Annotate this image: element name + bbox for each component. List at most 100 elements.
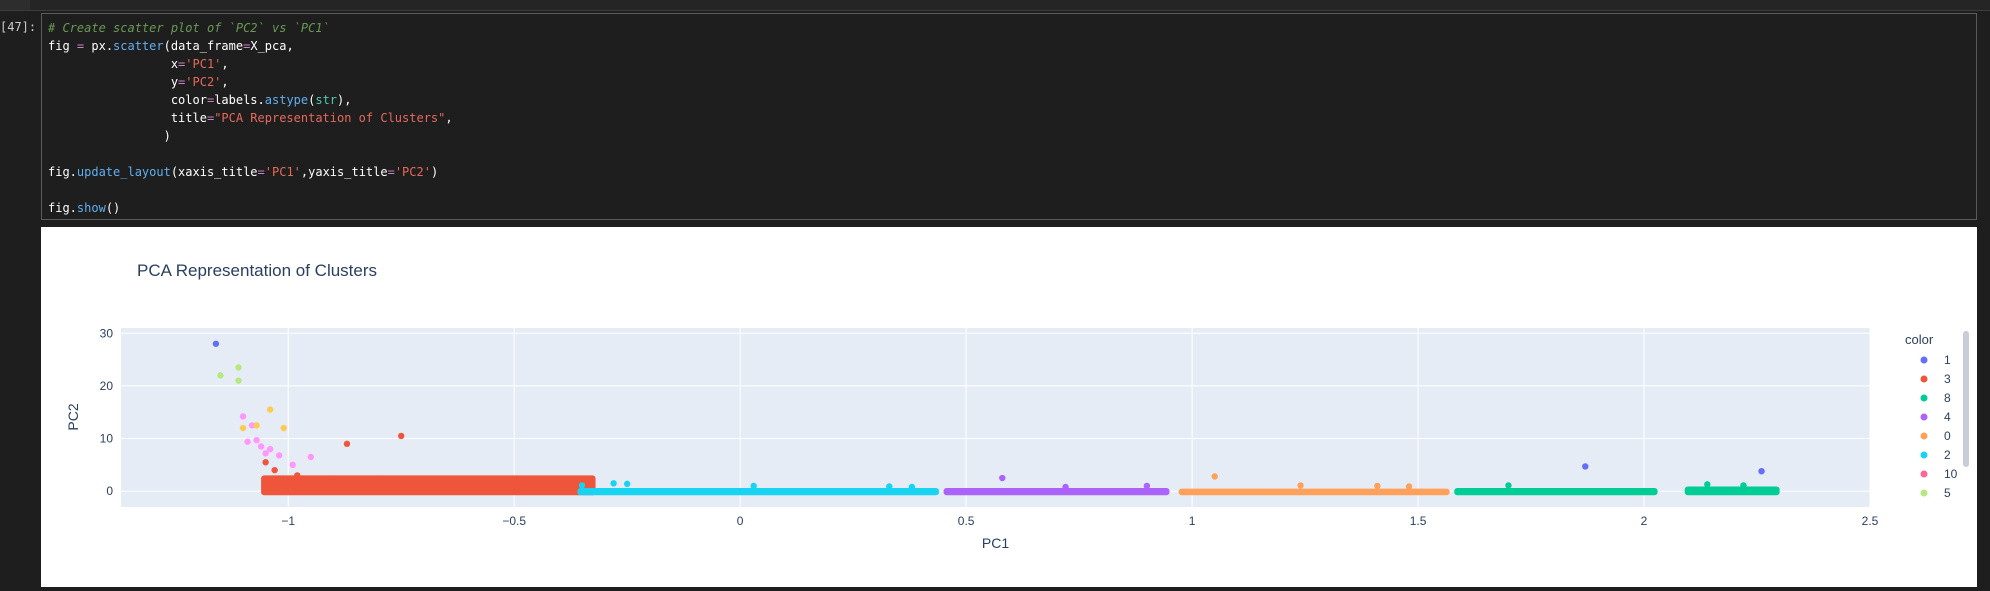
data-point-2: [886, 483, 893, 490]
y-tick-label: 30: [100, 326, 114, 340]
code-token: labels.: [214, 93, 265, 107]
legend-marker-2[interactable]: [1920, 451, 1928, 459]
legend-marker-5[interactable]: [1920, 489, 1928, 497]
data-point-0: [1211, 473, 1218, 480]
data-point-3: [420, 480, 427, 487]
legend-label-4[interactable]: 4: [1944, 410, 1951, 424]
top-toolbar: [0, 0, 1990, 11]
code-token: update_layout: [76, 165, 171, 179]
data-point-4: [1143, 482, 1151, 490]
code-token: =: [387, 165, 395, 179]
data-point-pink: [275, 452, 283, 459]
legend-label-3[interactable]: 3: [1944, 372, 1951, 386]
code-token: (): [105, 201, 121, 215]
data-point-2: [623, 480, 631, 488]
legend-marker-0[interactable]: [1920, 432, 1928, 440]
legend-title: color: [1905, 332, 1934, 347]
data-point-8: [1505, 482, 1512, 489]
code-cell[interactable]: # Create scatter plot of `PC2` vs `PC1` f…: [41, 13, 1977, 220]
data-point-2: [750, 482, 757, 490]
chart-title: PCA Representation of Clusters: [137, 261, 377, 280]
data-point-tan: [239, 424, 247, 432]
code-token: show: [76, 201, 106, 215]
plot-output: −1 −0.5 0 0.5 1 1.5 2 2.5 0 10 20 30 PCA Representat…: [41, 227, 1977, 587]
toolbar-tab[interactable]: [0, 0, 30, 10]
data-point-tan: [280, 424, 287, 432]
x-tick-label: 0: [737, 514, 744, 528]
code-token: ,: [221, 75, 229, 89]
scatter-plot[interactable]: −1 −0.5 0 0.5 1 1.5 2 2.50102030PCA Representat…: [41, 227, 1977, 587]
legend-marker-8[interactable]: [1920, 394, 1928, 402]
code-token: 'PC1': [185, 57, 222, 71]
code-token: 'PC2': [185, 75, 222, 89]
data-point-0: [1405, 483, 1413, 490]
data-point-3: [271, 466, 278, 474]
code-editor[interactable]: # Create scatter plot of `PC2` vs `PC1` f…: [48, 19, 453, 217]
data-point-1: [1758, 468, 1765, 475]
data-point-5: [235, 377, 242, 384]
data-point-4: [1062, 483, 1069, 491]
code-token: ),: [337, 93, 352, 107]
y-tick-label: 10: [100, 432, 114, 446]
code-token: str: [315, 93, 338, 107]
code-token: fig.: [48, 165, 77, 179]
data-point-3: [294, 472, 301, 479]
code-token: "PCA Representation of Clusters": [214, 111, 446, 125]
data-point-0: [1374, 482, 1381, 490]
cluster-band-8: [1684, 486, 1780, 496]
code-line: y='PC2',: [48, 73, 453, 91]
code-token: title: [48, 111, 207, 125]
data-point-3: [375, 478, 382, 485]
code-line: x='PC1',: [48, 55, 453, 73]
code-token: y: [48, 75, 179, 89]
legend-marker-3[interactable]: [1920, 375, 1928, 383]
code-line: # Create scatter plot of `PC2` vs `PC1`: [48, 19, 453, 37]
cluster-band-3: [261, 475, 596, 496]
code-token: x: [48, 57, 179, 71]
data-point-3: [343, 440, 351, 448]
data-point-tan: [266, 406, 274, 413]
code-line: color=labels.astype(str),: [48, 91, 453, 109]
x-axis-title: PC1: [982, 535, 1009, 551]
x-tick-label: 0.5: [958, 514, 975, 528]
x-tick-label: 1.5: [1410, 514, 1427, 528]
code-token: px.: [84, 39, 114, 53]
legend-label-10[interactable]: 10: [1944, 467, 1958, 481]
code-token: (xaxis_title: [170, 165, 258, 179]
legend-label-0[interactable]: 0: [1944, 429, 1951, 443]
code-token: =: [257, 165, 265, 179]
code-line: ): [48, 127, 453, 145]
data-point-pink: [262, 450, 269, 457]
legend-label-1[interactable]: 1: [1944, 353, 1951, 367]
legend-label-5[interactable]: 5: [1944, 486, 1951, 500]
data-point-pink: [307, 453, 315, 461]
code-token: ,: [445, 111, 453, 125]
code-token: scatter: [113, 39, 164, 53]
code-token: 'PC2': [394, 165, 431, 179]
x-tick-label: −1: [281, 514, 295, 528]
data-point-2: [610, 480, 617, 487]
x-tick-label: −0.5: [502, 514, 526, 528]
cluster-band-8: [1454, 488, 1658, 496]
legend-label-2[interactable]: 2: [1944, 448, 1951, 462]
execution-count: [47]:: [0, 20, 37, 34]
code-token: (data_frame: [163, 39, 244, 53]
legend-marker-4[interactable]: [1920, 413, 1928, 421]
data-point-3: [465, 481, 473, 489]
code-token: fig: [48, 39, 77, 53]
data-point-5: [235, 364, 242, 371]
cluster-band-4: [943, 488, 1170, 496]
legend-scrollbar-thumb[interactable]: [1963, 331, 1969, 467]
legend-marker-1[interactable]: [1920, 356, 1928, 364]
code-line: fig.show(): [48, 199, 453, 217]
legend-marker-10[interactable]: [1920, 470, 1928, 478]
data-point-3: [398, 432, 405, 440]
code-token: 'PC1': [264, 165, 301, 179]
data-point-2: [908, 483, 916, 491]
code-token: ,: [221, 57, 229, 71]
legend-label-8[interactable]: 8: [1944, 391, 1951, 405]
data-point-3: [330, 476, 337, 483]
data-point-pink: [244, 438, 251, 445]
